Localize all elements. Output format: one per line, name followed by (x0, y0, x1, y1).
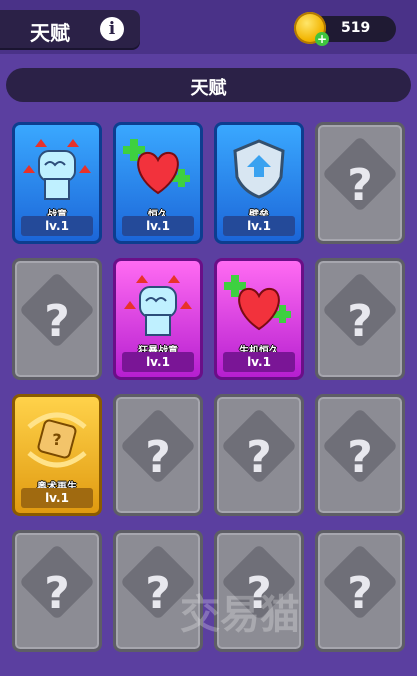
talent-level: lv.1 (223, 216, 295, 236)
locked-talent-card[interactable]: ? (315, 530, 405, 652)
gold-count: 519 (341, 20, 371, 36)
question-icon: ? (145, 432, 171, 483)
talent-level: lv.1 (21, 216, 93, 236)
locked-talent-card[interactable]: ? (315, 394, 405, 516)
talent-level: lv.1 (122, 352, 194, 372)
question-icon: ? (347, 432, 373, 483)
page-title: 天赋 (30, 21, 70, 45)
talent-card[interactable]: ?奥术再生lv.1 (12, 394, 102, 516)
locked-talent-card[interactable]: ? (315, 122, 405, 244)
title-tab: 天赋 i (0, 10, 140, 48)
add-gold-icon[interactable]: + (315, 32, 329, 46)
gold-coin-icon[interactable]: + (294, 12, 329, 46)
watermark: 交易猫 (180, 592, 300, 638)
question-icon: ? (246, 432, 272, 483)
locked-talent-card[interactable]: ? (12, 258, 102, 380)
talent-card[interactable]: 战意lv.1 (12, 122, 102, 244)
section-title: 天赋 (190, 78, 227, 99)
svg-text:?: ? (52, 430, 61, 449)
talent-card[interactable]: 狂暴战意lv.1 (113, 258, 203, 380)
question-icon: ? (347, 296, 373, 347)
question-icon: ? (44, 568, 70, 619)
locked-talent-card[interactable]: ? (113, 394, 203, 516)
talent-level: lv.1 (21, 488, 93, 508)
locked-talent-card[interactable]: ? (12, 530, 102, 652)
info-icon[interactable]: i (100, 17, 124, 41)
talent-card[interactable]: 恒久lv.1 (113, 122, 203, 244)
talent-card[interactable]: 壁垒lv.1 (214, 122, 304, 244)
question-icon: ? (347, 568, 373, 619)
locked-talent-card[interactable]: ? (214, 394, 304, 516)
talent-card[interactable]: 生机恒久lv.1 (214, 258, 304, 380)
section-header: 天赋 (6, 68, 411, 102)
talent-level: lv.1 (122, 216, 194, 236)
question-icon: ? (44, 296, 70, 347)
talent-level: lv.1 (223, 352, 295, 372)
locked-talent-card[interactable]: ? (315, 258, 405, 380)
question-icon: ? (347, 160, 373, 211)
